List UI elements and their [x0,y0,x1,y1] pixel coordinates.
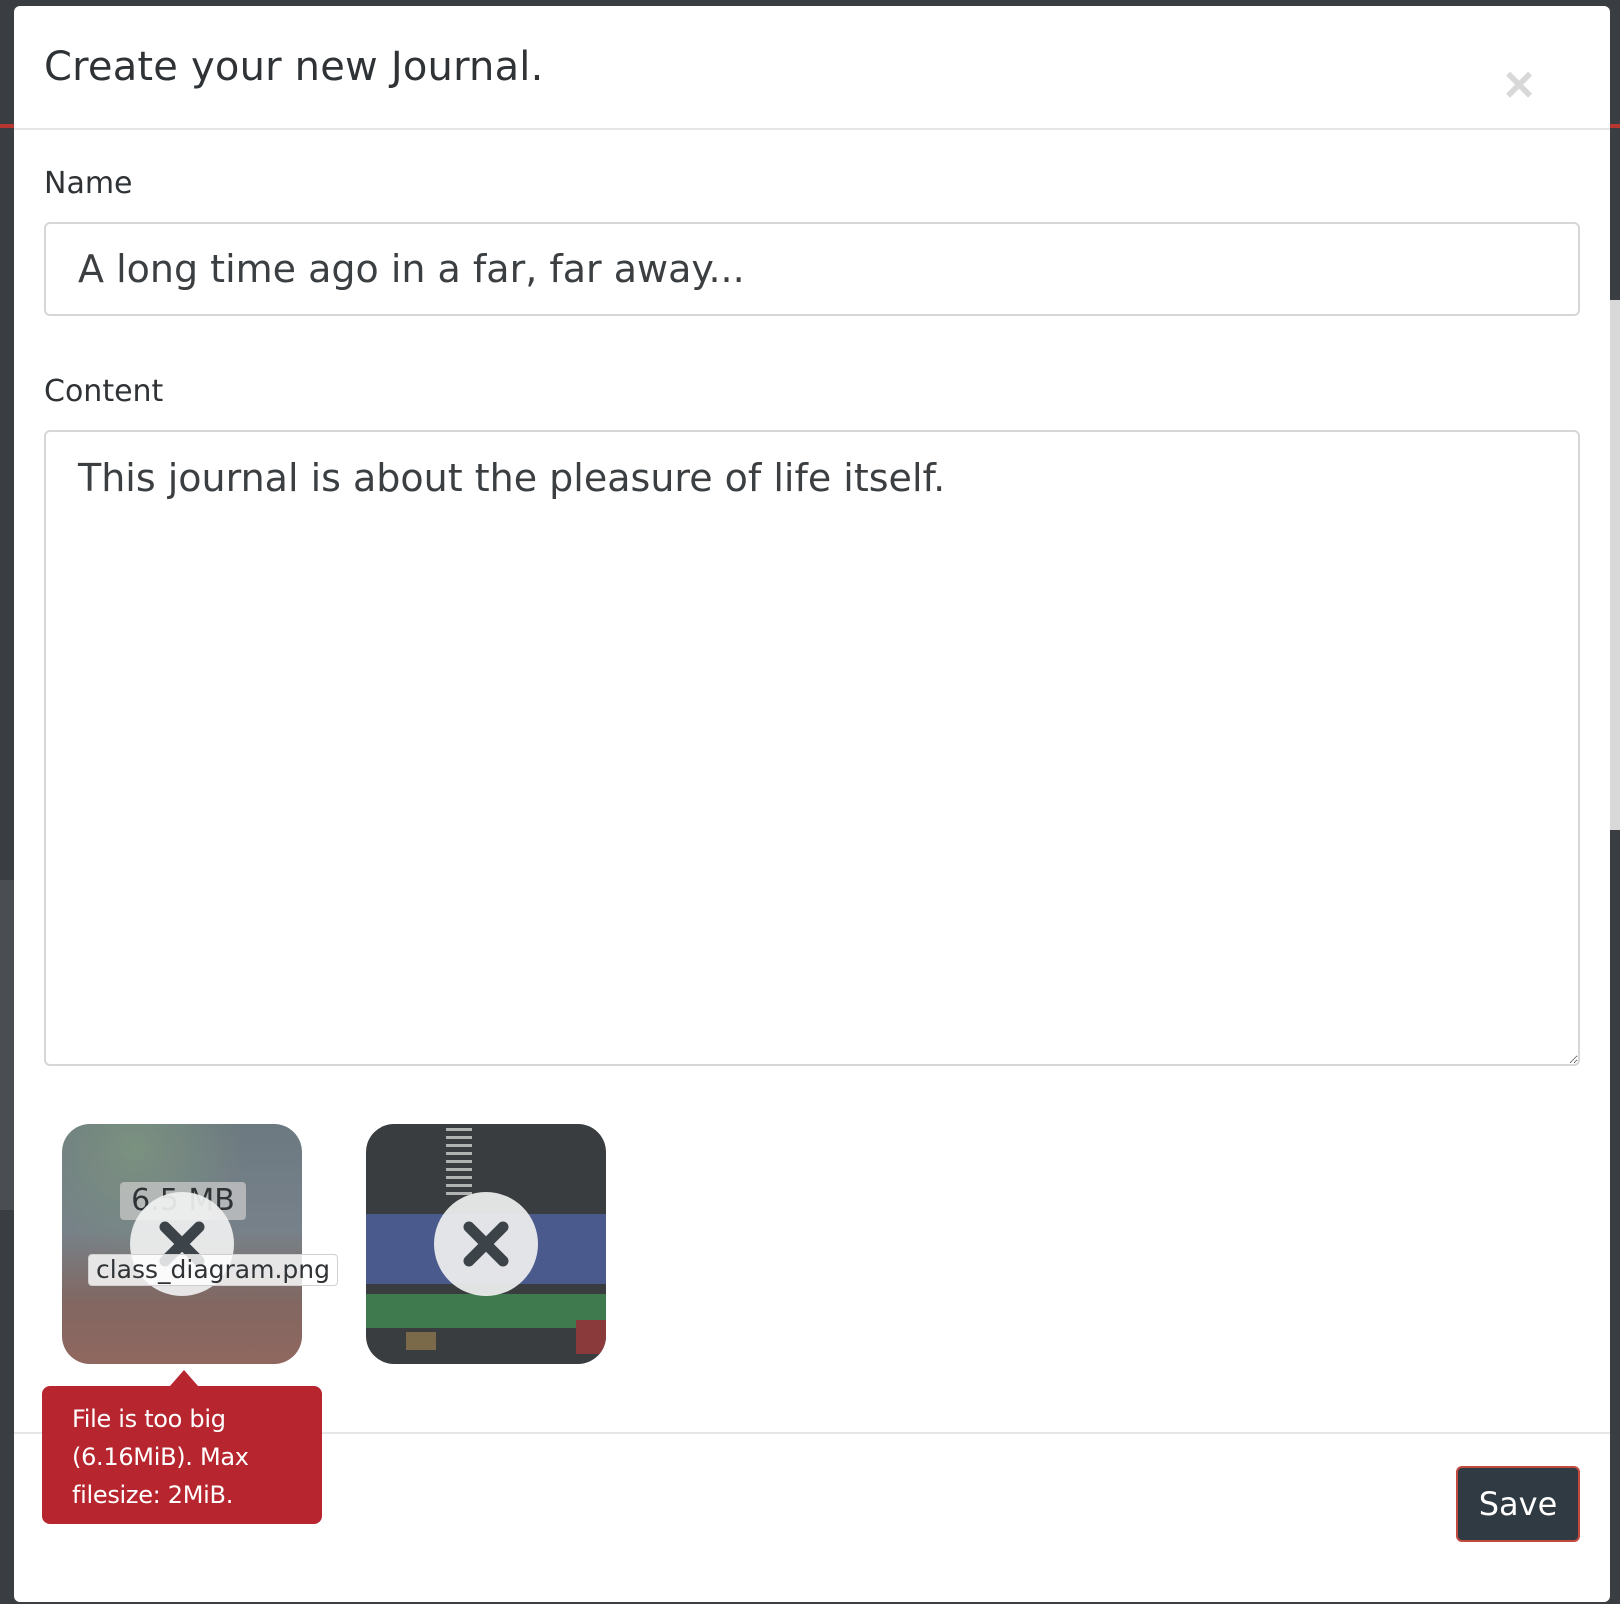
preview-detail [576,1320,606,1354]
preview-detail [406,1332,436,1350]
remove-file-button[interactable] [434,1192,538,1296]
name-label: Name [44,166,133,201]
name-input[interactable] [44,222,1580,316]
remove-icon [463,1221,509,1267]
modal-header: Create your new Journal. × [14,6,1610,130]
error-tooltip-arrow [170,1370,198,1386]
modal-title: Create your new Journal. [44,44,544,90]
preview-detail [446,1128,472,1198]
close-button[interactable]: × [1494,59,1544,111]
content-label: Content [44,374,164,409]
preview-detail [366,1294,606,1328]
file-name-label: class_diagram.png [88,1254,338,1286]
content-textarea[interactable]: This journal is about the pleasure of li… [44,430,1580,1066]
save-button[interactable]: Save [1456,1466,1580,1542]
backdrop-panel-left [0,880,14,1210]
file-error-tooltip: File is too big (6.16MiB). Max filesize:… [42,1386,322,1524]
